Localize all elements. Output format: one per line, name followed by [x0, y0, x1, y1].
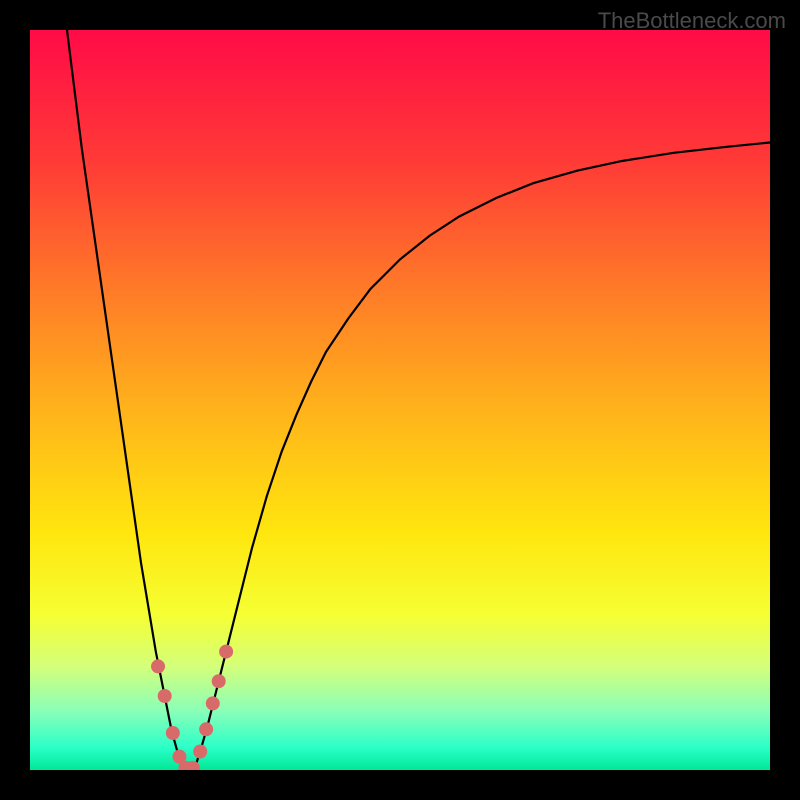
watermark-text: TheBottleneck.com	[598, 8, 786, 34]
data-marker	[212, 674, 226, 688]
chart-container: TheBottleneck.com	[0, 0, 800, 800]
data-marker	[199, 722, 213, 736]
plot-area	[30, 30, 770, 770]
data-marker	[193, 745, 207, 759]
data-marker	[166, 726, 180, 740]
data-marker	[158, 689, 172, 703]
data-markers	[30, 30, 770, 770]
data-marker	[151, 659, 165, 673]
data-marker	[206, 696, 220, 710]
data-marker	[219, 645, 233, 659]
